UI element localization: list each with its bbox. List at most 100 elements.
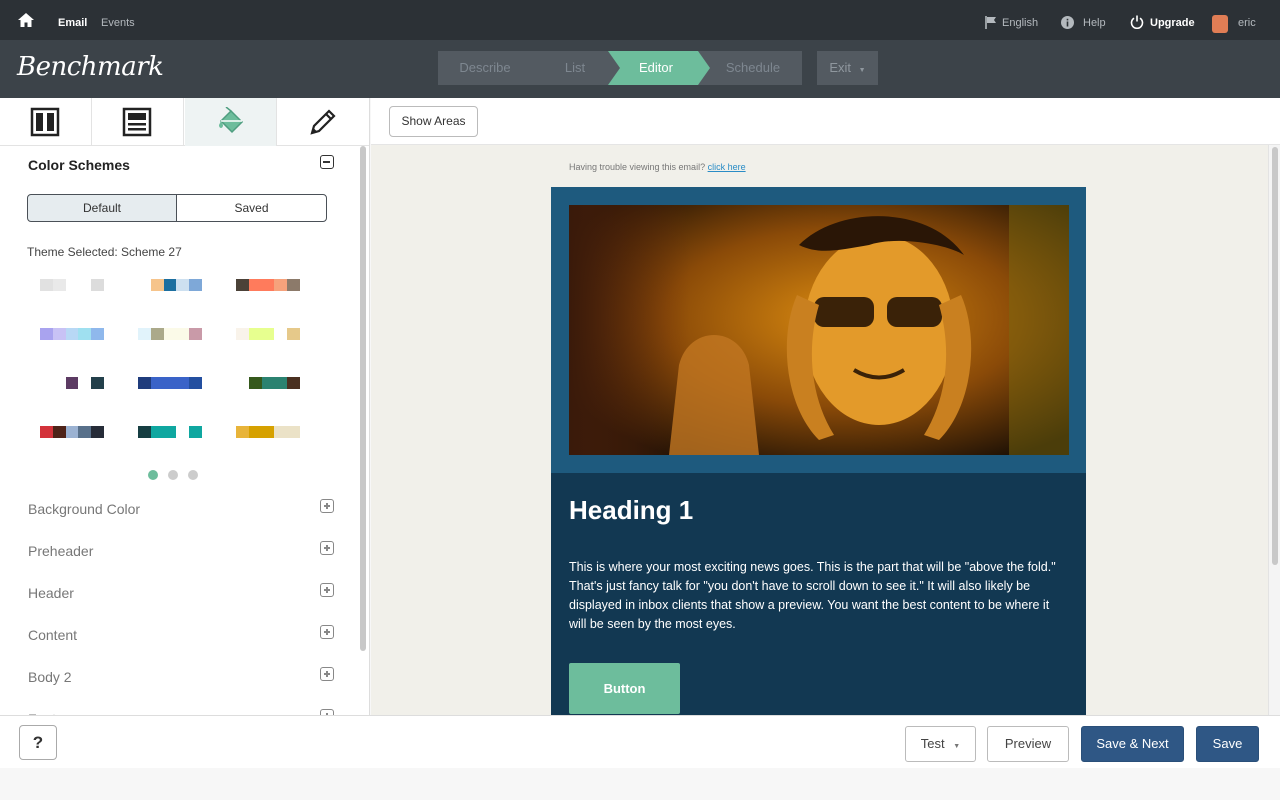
swatch-color (176, 328, 190, 340)
color-scheme-swatch[interactable] (40, 328, 104, 340)
accordion-item[interactable]: Content (28, 627, 77, 643)
accordion-item[interactable]: Background Color (28, 501, 140, 517)
swatch-color (176, 279, 190, 291)
tab-color-schemes[interactable] (185, 98, 277, 146)
color-scheme-swatch[interactable] (138, 328, 202, 340)
swatch-color (138, 279, 151, 291)
tab-blocks[interactable] (92, 98, 184, 146)
preview-button[interactable]: Preview (987, 726, 1069, 762)
color-scheme-swatch[interactable] (40, 377, 104, 389)
expand-icon[interactable] (320, 667, 334, 681)
swatch-color (248, 377, 262, 389)
swatch-color (236, 279, 249, 291)
help-link[interactable]: Help (1083, 17, 1106, 29)
accordion-item[interactable]: Header (28, 585, 74, 601)
tab-layout[interactable] (0, 98, 92, 146)
accordion-item[interactable]: Preheader (28, 543, 93, 559)
step-label: List (564, 60, 586, 75)
swatch-color (189, 279, 202, 291)
swatch-color (287, 328, 300, 340)
swatch-color (91, 426, 104, 438)
collapse-icon[interactable] (320, 155, 334, 169)
page-dot[interactable] (188, 470, 198, 480)
swatch-color (40, 328, 53, 340)
color-scheme-swatch[interactable] (236, 377, 300, 389)
hero-illustration (569, 205, 1069, 455)
swatch-color (65, 426, 79, 438)
swatch-color (138, 328, 151, 340)
swatch-color (163, 426, 177, 438)
email-cta-button[interactable]: Button (569, 663, 680, 714)
exit-label: Exit (829, 60, 852, 75)
swatch-color (274, 328, 288, 340)
trouble-text: Having trouble viewing this email? (569, 162, 706, 172)
expand-icon[interactable] (320, 499, 334, 513)
step-label: Editor (639, 60, 673, 75)
swatch-color (40, 279, 53, 291)
swatch-color (189, 377, 202, 389)
upgrade-link[interactable]: Upgrade (1150, 17, 1195, 29)
color-scheme-swatch[interactable] (236, 279, 300, 291)
save-button[interactable]: Save (1196, 726, 1259, 762)
step-schedule[interactable]: Schedule (698, 51, 802, 85)
swatch-color (189, 426, 202, 438)
scroll-thumb[interactable] (1272, 147, 1278, 565)
swatch-color (150, 426, 164, 438)
user-menu[interactable]: eric (1238, 17, 1256, 29)
sidebar-scrollbar[interactable] (359, 146, 367, 715)
color-scheme-swatch[interactable] (236, 426, 300, 438)
color-schemes-title[interactable]: Color Schemes (28, 157, 130, 173)
email-heading[interactable]: Heading 1 (569, 495, 693, 526)
color-scheme-swatch[interactable] (40, 426, 104, 438)
swatch-color (274, 426, 288, 438)
email-body-block[interactable]: Heading 1 This is where your most exciti… (551, 473, 1086, 715)
test-dropdown[interactable]: Test ▼ (905, 726, 976, 762)
email-header-block[interactable] (551, 187, 1086, 473)
layout-icon (30, 107, 60, 137)
language-selector[interactable]: English (1002, 17, 1038, 29)
expand-icon[interactable] (320, 625, 334, 639)
swatch-color (91, 279, 104, 291)
step-editor[interactable]: Editor (608, 51, 710, 85)
scroll-thumb[interactable] (360, 146, 366, 651)
help-button[interactable]: ? (19, 725, 57, 760)
swatch-color (287, 426, 300, 438)
color-scheme-swatch[interactable] (40, 279, 104, 291)
nav-events[interactable]: Events (101, 17, 135, 29)
swatch-color (138, 426, 151, 438)
color-scheme-swatch[interactable] (138, 279, 202, 291)
color-scheme-swatch[interactable] (236, 328, 300, 340)
exit-dropdown[interactable]: Exit ▼ (817, 51, 878, 85)
email-paragraph[interactable]: This is where your most exciting news go… (569, 558, 1064, 634)
swatch-color (150, 279, 164, 291)
avatar[interactable] (1212, 15, 1228, 33)
swatch-color (91, 377, 104, 389)
show-areas-button[interactable]: Show Areas (389, 106, 478, 137)
page-dot[interactable] (168, 470, 178, 480)
tab-edit[interactable] (278, 98, 369, 146)
expand-icon[interactable] (320, 583, 334, 597)
swatch-color (287, 279, 300, 291)
info-icon (1061, 16, 1074, 29)
page-dot[interactable] (148, 470, 158, 480)
save-next-button[interactable]: Save & Next (1081, 726, 1184, 762)
power-icon (1130, 15, 1144, 29)
color-scheme-swatch[interactable] (138, 377, 202, 389)
sidebar-tabs (0, 98, 369, 146)
expand-icon[interactable] (320, 541, 334, 555)
accordion-item[interactable]: Body 2 (28, 669, 72, 685)
hero-image[interactable] (569, 205, 1069, 455)
home-icon[interactable] (17, 12, 35, 28)
default-segment[interactable]: Default (27, 194, 177, 222)
logo[interactable]: Benchmark (17, 52, 164, 82)
click-here-link[interactable]: click here (708, 162, 746, 172)
step-label: Describe (459, 60, 511, 75)
swatch-color (150, 377, 164, 389)
canvas-scrollbar[interactable] (1268, 145, 1280, 715)
swatch-color (52, 377, 66, 389)
saved-segment[interactable]: Saved (176, 194, 327, 222)
color-scheme-swatch[interactable] (138, 426, 202, 438)
swatch-color (52, 279, 66, 291)
bottom-strip (0, 768, 1280, 800)
step-describe[interactable]: Describe (438, 51, 544, 85)
